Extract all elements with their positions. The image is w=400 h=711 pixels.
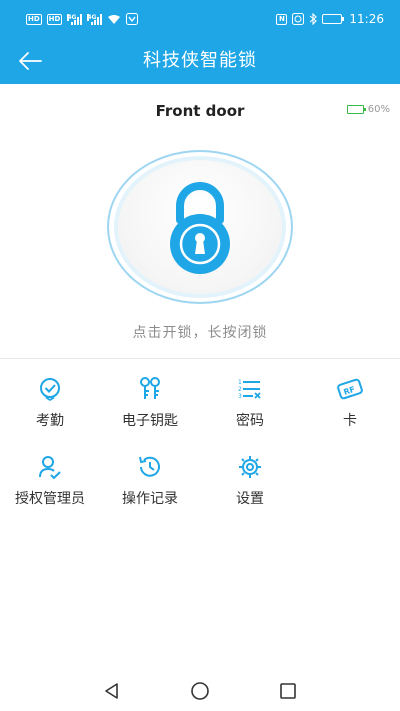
unlock-button[interactable] (105, 148, 295, 306)
divider (0, 358, 400, 359)
lock-hint: 点击开锁，长按闭锁 (132, 325, 268, 341)
svg-text:2: 2 (238, 386, 242, 393)
menu-item-label: 密码 (236, 413, 264, 429)
signal-icon: 4G (87, 13, 103, 25)
lock-battery-indicator: 60% (346, 104, 390, 115)
nfc-icon: N (276, 13, 288, 25)
battery-icon (346, 105, 366, 114)
menu-item-admin[interactable]: 授权管理员 (0, 450, 100, 516)
page-title: 科技侠智能锁 (143, 50, 257, 71)
nav-back-button[interactable] (99, 678, 125, 704)
door-name: Front door (155, 102, 245, 120)
menu-item-ekey[interactable]: 电子钥匙 (100, 372, 200, 438)
menu-item-label: 授权管理员 (15, 491, 85, 507)
nav-recents-button[interactable] (275, 678, 301, 704)
notification-icon (126, 13, 139, 25)
admin-icon (39, 456, 61, 480)
lock-ring (107, 150, 293, 304)
padlock-icon (170, 182, 230, 274)
history-icon (139, 456, 160, 477)
bluetooth-icon (310, 13, 318, 25)
status-bar: HD HD 4G 4G N 11:26 (0, 0, 400, 38)
lock-disc (114, 156, 286, 298)
status-right: N 11:26 (276, 12, 384, 26)
hd-chip: HD (46, 13, 63, 25)
battery-icon (322, 14, 345, 24)
menu-item-settings[interactable]: 设置 (200, 450, 300, 516)
attendance-icon (40, 378, 60, 402)
menu-item-label: 卡 (343, 413, 357, 429)
home-circle-icon (191, 682, 209, 700)
menu-item-label: 考勤 (36, 413, 64, 429)
passcode-icon: 1 2 3 (238, 379, 261, 400)
status-left: HD HD 4G 4G (26, 13, 139, 25)
menu-item-passcode[interactable]: 1 2 3 密码 (200, 372, 300, 438)
ekey-icon (140, 377, 160, 399)
settings-icon (239, 456, 261, 478)
back-triangle-icon (105, 683, 118, 699)
menu-item-label: 电子钥匙 (122, 413, 178, 429)
svg-text:1: 1 (238, 379, 242, 386)
status-time: 11:26 (349, 12, 384, 26)
alarm-icon (292, 13, 305, 25)
wifi-icon (108, 14, 121, 24)
rf-card-icon: RF (337, 378, 363, 400)
menu-item-attendance[interactable]: 考勤 (0, 372, 100, 438)
menu-item-history[interactable]: 操作记录 (100, 450, 200, 516)
signal-icon: 4G (67, 13, 83, 25)
nav-home-button[interactable] (187, 678, 213, 704)
battery-percent: 60% (367, 104, 390, 115)
app-bar: 科技侠智能锁 (0, 38, 400, 84)
menu-item-label: 设置 (236, 491, 264, 507)
hd-chip: HD (26, 13, 42, 25)
system-nav-bar (0, 671, 400, 711)
svg-text:3: 3 (238, 393, 242, 400)
recents-square-icon (280, 683, 296, 699)
menu-item-card[interactable]: RF 卡 (300, 372, 400, 438)
menu-item-label: 操作记录 (122, 491, 178, 507)
